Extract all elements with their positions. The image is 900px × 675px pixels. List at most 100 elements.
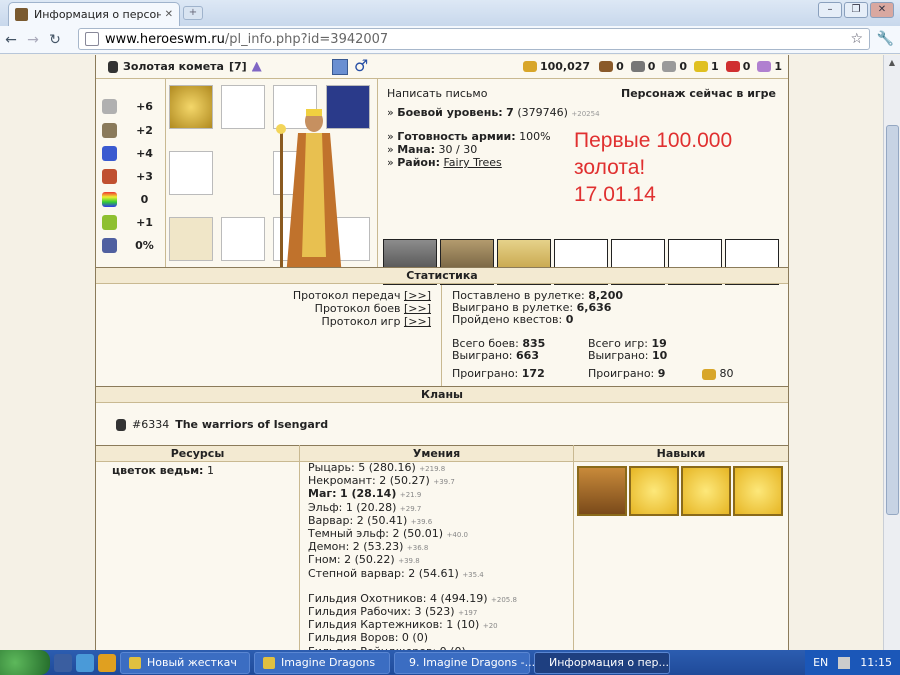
wand-icon <box>102 146 117 161</box>
guild-value: 4 (494.19) <box>429 591 488 605</box>
task-item-active[interactable]: Информация о пер... <box>534 651 670 674</box>
ability-name: Маг: <box>308 487 337 501</box>
new-tab-button[interactable]: + <box>183 6 203 20</box>
protocol-link[interactable]: [>>] <box>404 289 431 302</box>
ability-name: Гном: <box>308 553 341 567</box>
task-label: Новый жесткач <box>147 656 237 669</box>
district-link[interactable]: Fairy Trees <box>443 156 501 169</box>
bonus-value: +3 <box>136 170 153 183</box>
ability-name: Темный эльф: <box>308 527 389 541</box>
combat-level: » Боевой уровень: 7 (379746) +20254 <box>387 106 600 119</box>
rainbow-icon <box>102 192 117 207</box>
clock[interactable]: 11:15 <box>860 656 892 669</box>
skill-book-slot[interactable] <box>577 466 627 516</box>
scroll-up-icon[interactable]: ▲ <box>884 55 900 71</box>
browser-tab[interactable]: Информация о персона... ✕ <box>8 2 180 26</box>
bonus-value: 0% <box>135 239 154 252</box>
ability-bonus: +39.6 <box>410 517 433 526</box>
guild-name: Гильдия Охотников: <box>308 591 427 605</box>
slot-ring[interactable] <box>169 151 213 195</box>
slot-boots[interactable] <box>221 217 265 261</box>
ability-name: Варвар: <box>308 513 354 527</box>
potion-icon <box>102 238 117 253</box>
protocol-link[interactable]: [>>] <box>404 302 431 315</box>
abilities-list: Рыцарь: 5 (280.16) +219.8 Некромант: 2 (5… <box>300 461 573 650</box>
ability-bonus: +40.0 <box>446 531 469 540</box>
promo-line-2: золота! <box>574 156 646 179</box>
bonus-luck: +1 <box>102 215 162 230</box>
show-desktop-icon[interactable] <box>54 653 72 672</box>
protocols: Протокол передач [>>] Протокол боев [>>]… <box>96 285 442 386</box>
protocol-label: Протокол боев <box>314 302 401 315</box>
book-icon <box>102 169 117 184</box>
skill-slot[interactable] <box>733 466 783 516</box>
mailbox-icon[interactable] <box>332 59 348 75</box>
clan-icon <box>116 418 126 431</box>
bookmark-star-icon[interactable]: ☆ <box>850 31 863 47</box>
skill-slot[interactable] <box>681 466 731 516</box>
res-gems: 1 <box>774 60 782 73</box>
slot-head[interactable] <box>221 85 265 129</box>
bonus-attack: +6 <box>102 99 162 114</box>
mercury-icon <box>662 61 677 72</box>
stat-value: 663 <box>516 349 539 362</box>
back-icon[interactable]: ← <box>0 32 22 48</box>
guild-value: 3 (523) <box>414 605 455 619</box>
address-bar[interactable]: www.heroeswm.ru /pl_info.php?id=3942007 … <box>78 28 870 50</box>
player-info: Написать письмо Персонаж сейчас в игре »… <box>379 79 788 285</box>
combat-exp: (379746) <box>517 106 568 119</box>
res-sulfur: 1 <box>711 60 719 73</box>
task-item[interactable]: Новый жесткач <box>120 651 250 674</box>
clan-id[interactable]: #6334 <box>132 418 169 431</box>
bonus-defense: +2 <box>102 123 162 138</box>
forward-icon[interactable]: → <box>22 32 44 48</box>
games-lost: Проиграно: 9 <box>588 367 665 380</box>
wrench-icon[interactable]: 🔧 <box>877 31 894 47</box>
guild-name: Гильдия Рабочих: <box>308 605 411 619</box>
combat-value: 7 <box>506 106 514 119</box>
ability-name: Степной варвар: <box>308 566 405 580</box>
start-button[interactable] <box>0 650 50 675</box>
vertical-scrollbar[interactable]: ▲ <box>883 55 900 650</box>
stats-header: Статистика <box>96 267 788 284</box>
slot-helmet[interactable] <box>169 85 213 129</box>
minimize-button[interactable]: – <box>818 2 842 18</box>
maximize-button[interactable]: ❐ <box>844 2 868 18</box>
crystals-icon <box>725 61 740 72</box>
stat-value: 0 <box>565 313 574 326</box>
district-label: Район: <box>397 156 440 169</box>
network-icon[interactable] <box>838 656 851 669</box>
skill-slot[interactable] <box>629 466 679 516</box>
scroll-thumb[interactable] <box>886 125 899 515</box>
ability-name: Эльф: <box>308 500 343 514</box>
protocol-link[interactable]: [>>] <box>404 315 431 328</box>
task-item[interactable]: 9. Imagine Dragons -... <box>394 651 535 674</box>
media-player-icon[interactable] <box>98 653 116 672</box>
clan-name[interactable]: The warriors of Isengard <box>175 418 328 431</box>
game-statistics: Поставлено в рулетке: 8,200 Выиграно в р… <box>452 285 788 386</box>
task-item[interactable]: Imagine Dragons <box>254 651 390 674</box>
army-value: 100% <box>519 130 551 143</box>
ability-value: 2 (50.01) <box>392 527 444 541</box>
mana-label: Мана: <box>397 143 436 156</box>
language-indicator[interactable]: EN <box>813 656 828 669</box>
slot-weapon[interactable] <box>169 217 213 261</box>
close-tab-icon[interactable]: ✕ <box>165 9 173 20</box>
sulfur-icon <box>694 61 709 72</box>
army-label: Готовность армии: <box>397 130 516 143</box>
ability-value: 5 (280.16) <box>358 461 416 474</box>
ability-name: Некромант: <box>308 474 376 488</box>
ie-icon[interactable] <box>76 653 94 672</box>
reload-icon[interactable]: ↻ <box>44 32 66 48</box>
close-window-button[interactable]: ✕ <box>870 2 894 18</box>
write-letter-link[interactable]: Написать письмо <box>387 87 487 100</box>
guild-value: 1 (10) <box>446 618 480 632</box>
player-info-page: Золотая комета [7] ♂ 100,027 0 0 0 1 0 1… <box>95 55 789 650</box>
player-level-tag: [7] <box>228 60 247 73</box>
task-label: Информация о пер... <box>549 656 669 669</box>
clans-header: Кланы <box>96 386 788 403</box>
promo-text: Первые 100.000 золота! 17.01.14 <box>574 127 774 208</box>
games-won: Выиграно: 10 <box>588 349 667 362</box>
windows-taskbar: Новый жесткач Imagine Dragons 9. Imagine… <box>0 650 900 675</box>
protocol-transfers: Протокол передач [>>] <box>293 289 431 302</box>
